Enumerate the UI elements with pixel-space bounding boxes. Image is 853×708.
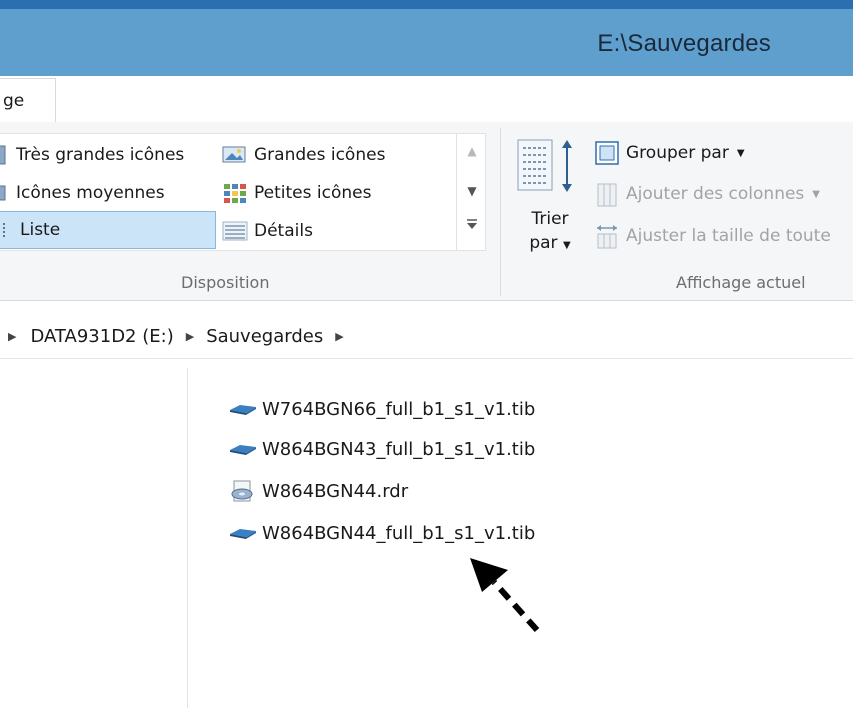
fit-columns-label: Ajuster la taille de toute bbox=[626, 226, 831, 246]
layout-list-label: Liste bbox=[20, 220, 61, 240]
breadcrumb-item-folder[interactable]: Sauvegardes bbox=[206, 326, 323, 347]
layout-large-icons[interactable]: Grandes icônes bbox=[222, 138, 385, 172]
group-by-icon bbox=[595, 141, 619, 165]
layout-details[interactable]: Détails bbox=[222, 214, 313, 248]
extra-large-icons-icon bbox=[0, 145, 6, 165]
fit-columns-icon bbox=[597, 225, 617, 249]
add-columns-label: Ajouter des colonnes bbox=[626, 184, 805, 204]
breadcrumb-item-drive[interactable]: DATA931D2 (E:) bbox=[30, 326, 173, 347]
title-bar-accent bbox=[0, 0, 853, 9]
layout-extra-large-icons-label: Très grandes icônes bbox=[16, 145, 185, 165]
details-icon bbox=[222, 221, 248, 241]
navigation-pane-divider[interactable] bbox=[187, 368, 188, 708]
layout-large-icons-label: Grandes icônes bbox=[254, 145, 386, 165]
layout-small-icons[interactable]: Petites icônes bbox=[222, 176, 371, 210]
list-item[interactable]: W864BGN43_full_b1_s1_v1.tib bbox=[228, 434, 535, 464]
tib-file-icon bbox=[230, 529, 256, 539]
layout-list[interactable]: Liste bbox=[0, 211, 216, 249]
group-label-layout: Disposition bbox=[181, 273, 270, 292]
sort-by-label: Trier par ▼ bbox=[522, 207, 578, 258]
sort-by-label-text: par bbox=[529, 233, 558, 253]
gallery-expand-icon[interactable] bbox=[465, 218, 479, 235]
small-icons-icon bbox=[224, 184, 246, 203]
layout-small-icons-label: Petites icônes bbox=[254, 183, 372, 203]
breadcrumb-separator-icon[interactable]: ▶ bbox=[8, 330, 16, 343]
file-name: W864BGN43_full_b1_s1_v1.tib bbox=[262, 438, 536, 460]
group-divider bbox=[500, 128, 501, 296]
group-label-current-view: Affichage actuel bbox=[676, 273, 806, 292]
list-item[interactable]: W864BGN44.rdr bbox=[228, 476, 408, 506]
large-icons-icon bbox=[222, 146, 246, 163]
layout-medium-icons[interactable]: Icônes moyennes bbox=[0, 176, 165, 210]
medium-icons-icon bbox=[0, 185, 6, 201]
breadcrumb: ▶ DATA931D2 (E:) ▶ Sauvegardes ▶ bbox=[8, 326, 356, 347]
list-item[interactable]: W864BGN44_full_b1_s1_v1.tib bbox=[228, 518, 535, 548]
list-item[interactable]: W764BGN66_full_b1_s1_v1.tib bbox=[228, 394, 535, 424]
file-name: W864BGN44.rdr bbox=[262, 480, 409, 502]
tib-file-icon bbox=[230, 445, 256, 455]
pointer-arrow-icon bbox=[470, 558, 540, 633]
group-by-dropdown-icon: ▼ bbox=[736, 147, 745, 159]
add-columns-icon bbox=[597, 183, 617, 207]
window-title: E:\Sauvegardes bbox=[597, 30, 771, 57]
fit-columns-button[interactable]: Ajuster la taille de toute bbox=[594, 222, 831, 250]
sort-by-icon bbox=[517, 139, 572, 192]
tab-view-label: ge bbox=[3, 91, 25, 111]
list-icon bbox=[3, 223, 5, 237]
sort-by-label-line2: par ▼ bbox=[522, 231, 578, 258]
tib-file-icon bbox=[230, 405, 256, 415]
breadcrumb-separator-icon[interactable]: ▶ bbox=[335, 330, 343, 343]
group-by-button[interactable]: Grouper par ▼ bbox=[594, 140, 745, 166]
scroll-down-icon[interactable]: ▼ bbox=[465, 184, 479, 198]
sort-by-label-line1: Trier bbox=[531, 209, 569, 229]
layout-gallery-scroller: ▲ ▼ bbox=[456, 134, 487, 250]
rdr-file-icon bbox=[231, 480, 253, 502]
scroll-up-icon[interactable]: ▲ bbox=[465, 144, 479, 158]
layout-details-label: Détails bbox=[254, 221, 313, 241]
layout-extra-large-icons[interactable]: Très grandes icônes bbox=[0, 138, 184, 172]
add-columns-button[interactable]: Ajouter des colonnes ▼ bbox=[594, 180, 820, 208]
breadcrumb-separator-icon[interactable]: ▶ bbox=[186, 330, 194, 343]
dropdown-arrow-icon: ▼ bbox=[562, 240, 571, 251]
file-name: W864BGN44_full_b1_s1_v1.tib bbox=[262, 522, 536, 544]
tab-view[interactable]: ge bbox=[0, 78, 56, 122]
ribbon-tab-strip bbox=[0, 76, 853, 123]
layout-medium-icons-label: Icônes moyennes bbox=[16, 183, 165, 203]
group-by-label: Grouper par bbox=[626, 143, 729, 163]
add-columns-dropdown-icon: ▼ bbox=[812, 188, 820, 200]
file-name: W764BGN66_full_b1_s1_v1.tib bbox=[262, 398, 536, 420]
